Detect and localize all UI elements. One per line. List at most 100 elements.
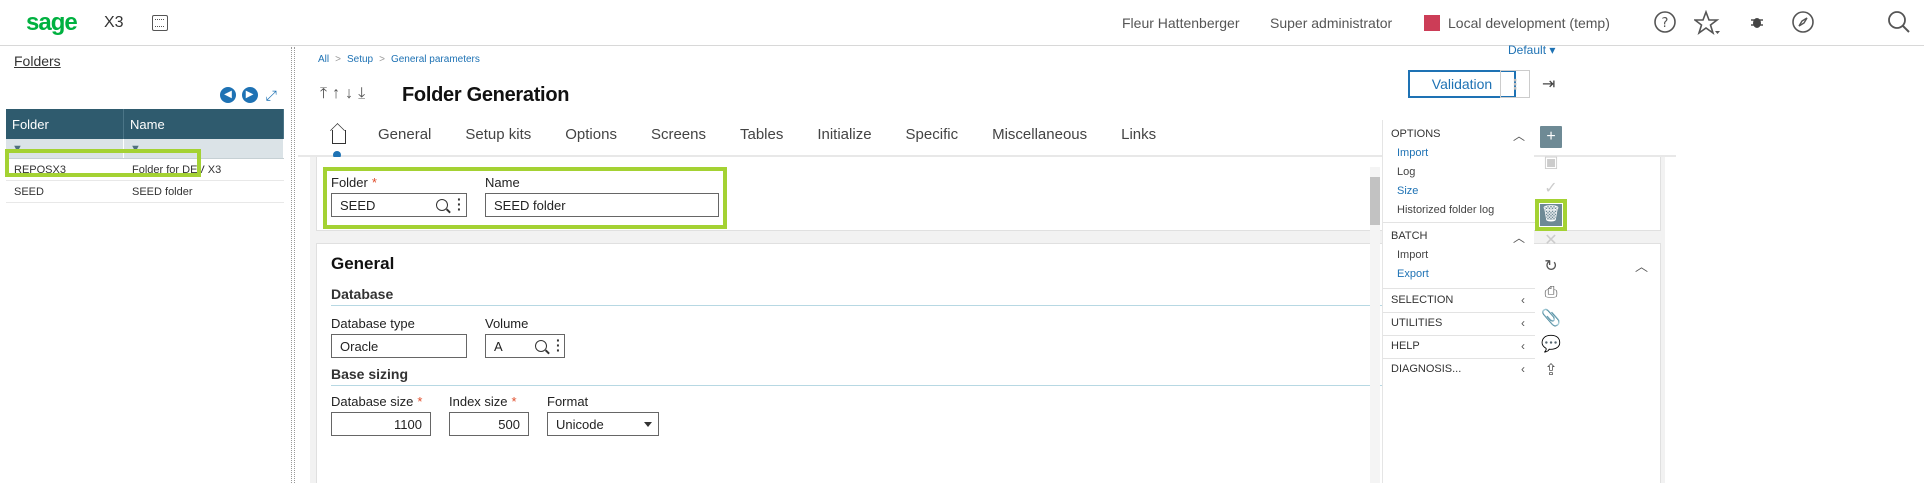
close-icon[interactable]: ✕ (1540, 230, 1562, 252)
name-cell[interactable]: SEED folder (124, 181, 284, 202)
collapse-icon[interactable]: ︿ (1635, 256, 1648, 275)
home-icon[interactable] (332, 130, 346, 144)
selection-header[interactable]: SELECTION ‹ (1383, 290, 1535, 310)
user-name[interactable]: Fleur Hattenberger (1122, 15, 1240, 31)
environment-color-swatch (1424, 15, 1440, 31)
folders-left-panel: Folders ◀ ▶ ⤢ Folder Name ▼ ▼ REPOSX3 Fo… (0, 47, 290, 483)
column-header-name[interactable]: Name (124, 109, 284, 139)
section-title: General (331, 254, 395, 273)
expand-icon[interactable]: ⤢ (263, 87, 279, 103)
bug-icon[interactable] (1744, 10, 1770, 36)
breadcrumb-item[interactable]: General parameters (391, 54, 480, 65)
database-subsection-title: Database (331, 286, 394, 302)
options-import-link[interactable]: Import (1383, 144, 1535, 163)
tab-general[interactable]: General (378, 126, 431, 152)
user-role[interactable]: Super administrator (1270, 15, 1392, 31)
selection-group: SELECTION ‹ (1383, 290, 1535, 310)
batch-header[interactable]: BATCH ︿ (1383, 226, 1535, 246)
previous-page-icon[interactable]: ◀ (220, 87, 236, 103)
database-type-field[interactable]: Oracle (331, 334, 467, 358)
options-header[interactable]: OPTIONS ︿ (1383, 124, 1535, 144)
tab-options[interactable]: Options (565, 126, 617, 152)
form-scrollbar[interactable] (1370, 167, 1380, 483)
breadcrumb: All > Setup > General parameters (318, 54, 480, 65)
sage-logo[interactable]: sage (26, 9, 78, 37)
more-actions-button[interactable]: ⋮ (1500, 70, 1530, 98)
panel-splitter[interactable] (291, 47, 295, 483)
format-select[interactable]: Unicode (547, 412, 659, 436)
diagnosis-group: DIAGNOSIS... ‹ (1383, 359, 1535, 379)
tab-bar: General Setup kits Options Screens Table… (332, 126, 1190, 152)
subsection-divider (331, 305, 1401, 306)
scrollbar-thumb[interactable] (1370, 177, 1380, 225)
page-title: Folder Generation (402, 84, 570, 106)
options-log-link[interactable]: Log (1383, 163, 1535, 182)
star-icon[interactable] (1692, 9, 1720, 36)
highlight-box-delete (1535, 199, 1567, 231)
options-historized-log-link[interactable]: Historized folder log (1383, 201, 1535, 220)
add-icon[interactable]: + (1540, 126, 1562, 148)
breadcrumb-item[interactable]: All (318, 54, 329, 65)
chevron-down-icon (644, 422, 652, 427)
tab-screens[interactable]: Screens (651, 126, 706, 152)
left-panel-title[interactable]: Folders (14, 53, 61, 69)
tab-tables[interactable]: Tables (740, 126, 783, 152)
chevron-up-icon: ︿ (1512, 231, 1525, 245)
compass-icon[interactable] (1790, 10, 1816, 36)
chevron-left-icon: ‹ (1521, 339, 1525, 353)
subsection-divider (331, 385, 1401, 386)
database-size-label: Database size * (331, 394, 423, 409)
more-icon[interactable]: · · · (556, 333, 561, 357)
batch-export-link[interactable]: Export (1383, 265, 1535, 284)
volume-field[interactable]: A (485, 334, 565, 358)
comment-icon[interactable]: 💬 (1540, 334, 1562, 356)
index-size-label: Index size * (449, 394, 517, 409)
chevron-up-icon: ︿ (1512, 129, 1525, 143)
highlight-box-header-fields (323, 167, 727, 229)
chevron-left-icon: ‹ (1521, 293, 1525, 307)
chevron-left-icon: ‹ (1521, 316, 1525, 330)
next-page-icon[interactable]: ▶ (241, 87, 258, 103)
folder-cell[interactable]: SEED (6, 181, 124, 202)
divider (1383, 222, 1535, 223)
refresh-icon[interactable]: ↻ (1540, 256, 1562, 278)
divider (1383, 288, 1535, 289)
volume-label: Volume (485, 316, 529, 331)
tab-setup-kits[interactable]: Setup kits (465, 126, 531, 152)
search-icon[interactable] (1886, 10, 1912, 36)
save-icon[interactable]: ▣ (1540, 152, 1562, 174)
environment-label[interactable]: Local development (temp) (1448, 15, 1610, 31)
tab-miscellaneous[interactable]: Miscellaneous (992, 126, 1087, 152)
help-header[interactable]: HELP ‹ (1383, 336, 1535, 356)
left-panel-tools: ◀ ▶ ⤢ (220, 87, 279, 105)
column-header-folder[interactable]: Folder (6, 109, 124, 139)
chevron-left-icon: ‹ (1521, 362, 1525, 376)
index-size-field[interactable]: 500 (449, 412, 529, 436)
utilities-group: UTILITIES ‹ (1383, 313, 1535, 333)
table-row[interactable]: SEED SEED folder (6, 181, 284, 203)
breadcrumb-item[interactable]: Setup (347, 54, 373, 65)
attachment-icon[interactable]: 📎 (1540, 308, 1562, 330)
calendar-icon[interactable] (152, 15, 168, 31)
product-name: X3 (104, 14, 124, 31)
batch-group: BATCH ︿ Import Export (1383, 226, 1535, 284)
help-icon[interactable]: ? (1652, 10, 1678, 36)
print-icon[interactable]: ⎙ (1540, 282, 1562, 304)
exit-icon[interactable]: ⇥ (1542, 74, 1555, 94)
diagnosis-header[interactable]: DIAGNOSIS... ‹ (1383, 359, 1535, 379)
utilities-header[interactable]: UTILITIES ‹ (1383, 313, 1535, 333)
tab-links[interactable]: Links (1121, 126, 1156, 152)
check-icon[interactable]: ✓ (1540, 178, 1562, 200)
view-selector[interactable]: Default ▾ (1508, 43, 1555, 57)
options-size-link[interactable]: Size (1383, 182, 1535, 201)
tab-specific[interactable]: Specific (906, 126, 959, 152)
batch-import-link[interactable]: Import (1383, 246, 1535, 265)
svg-text:?: ? (1662, 16, 1669, 31)
options-group: OPTIONS ︿ Import Log Size Historized fold… (1383, 124, 1535, 220)
table-header: Folder Name (6, 109, 284, 139)
share-icon[interactable]: ⇪ (1540, 360, 1562, 382)
tab-initialize[interactable]: Initialize (817, 126, 871, 152)
record-navigation-arrows[interactable]: ⤒↑↓⤓ (320, 85, 370, 103)
database-size-field[interactable]: 1100 (331, 412, 431, 436)
search-icon[interactable] (535, 340, 547, 352)
